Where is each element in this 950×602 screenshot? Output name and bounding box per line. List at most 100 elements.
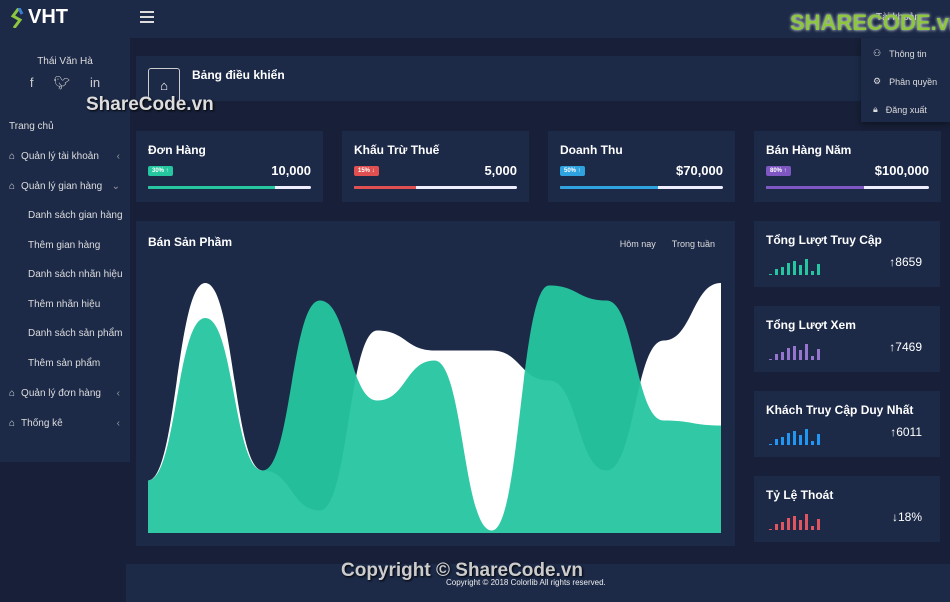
stat-value: $100,000 <box>874 163 929 178</box>
mini-bar <box>769 529 772 530</box>
area-series-2 <box>148 285 721 533</box>
sparkline <box>769 342 820 360</box>
sidebar-subitem[interactable]: Danh sách sản phẩm <box>0 319 130 349</box>
sparkline <box>769 512 820 530</box>
menu-item-permissions[interactable]: ⚙ Phân quyền <box>861 69 950 94</box>
home-icon: ⌂ <box>9 180 16 192</box>
mini-bar <box>817 349 820 360</box>
home-icon: ⌂ <box>9 417 16 429</box>
brand-logo[interactable]: VHT <box>10 6 68 29</box>
twitter-icon[interactable]: 🐦︎ <box>53 75 70 91</box>
mini-bar <box>787 263 790 275</box>
sidebar-subitem[interactable]: Thêm nhãn hiệu <box>0 290 130 320</box>
stat-progress <box>766 186 929 189</box>
progress-fill <box>354 186 416 189</box>
metric-card: Tỷ Lệ Thoát ↓18% <box>754 476 940 542</box>
sidebar-subitem[interactable]: Thêm gian hàng <box>0 231 130 261</box>
mini-bar <box>811 356 814 360</box>
stat-badge: 50% ↑ <box>560 166 585 176</box>
mini-bar <box>799 520 802 530</box>
sidebar-label: Quản lý tài khoản <box>21 150 99 162</box>
stat-value: 10,000 <box>271 163 311 178</box>
sidebar-subitem[interactable]: Danh sách gian hàng <box>0 201 130 231</box>
stat-title: Bán Hàng Năm <box>766 143 852 157</box>
metric-card: Tổng Lượt Truy Cập ↑8659 <box>754 221 940 287</box>
sparkline <box>769 427 820 445</box>
lock-icon: 🔒︎ <box>873 104 878 114</box>
metric-title: Tổng Lượt Truy Cập <box>766 233 882 247</box>
mini-bar <box>769 359 772 360</box>
mini-bar <box>769 444 772 445</box>
mini-bar <box>817 434 820 445</box>
home-icon: ⌂ <box>9 150 16 162</box>
sidebar-item-stores[interactable]: ⌂ Quản lý gian hàng ⌄ <box>0 171 130 201</box>
sidebar-label: Thống kê <box>21 417 63 429</box>
gear-icon: ⚙ <box>873 76 882 86</box>
chevron-left-icon: ‹ <box>116 387 120 399</box>
stat-card: Bán Hàng Năm 80% ↑ $100,000 <box>754 131 941 202</box>
user-name: Thái Văn Hà <box>37 56 93 67</box>
stat-title: Khấu Trừ Thuế <box>354 143 440 157</box>
menu-label: Phân quyền <box>889 76 938 87</box>
page-header: ⌂ Bảng điều khiển <box>136 56 950 101</box>
mini-bar <box>787 433 790 445</box>
mini-bar <box>811 271 814 275</box>
menu-toggle-icon[interactable] <box>140 11 154 23</box>
copyright-text: Copyright © 2018 Colorlib All rights res… <box>446 578 606 587</box>
stat-card: Khấu Trừ Thuế 15% ↓ 5,000 <box>342 131 529 202</box>
stat-title: Doanh Thu <box>560 143 623 157</box>
metric-title: Tổng Lượt Xem <box>766 318 856 332</box>
mini-bar <box>811 441 814 445</box>
watermark-logo: SHARECODE.vn <box>790 10 950 35</box>
user-icon: ⚇ <box>873 48 882 58</box>
mini-bar <box>781 267 784 275</box>
metric-value: ↑6011 <box>890 425 922 439</box>
menu-item-logout[interactable]: 🔒︎ Đăng xuất <box>861 97 950 122</box>
sidebar-subitem[interactable]: Danh sách nhãn hiệu <box>0 260 130 290</box>
stat-card: Doanh Thu 50% ↑ $70,000 <box>548 131 735 202</box>
metric-value: ↑8659 <box>889 255 922 269</box>
mini-bar <box>775 439 778 445</box>
mini-bar <box>805 344 808 360</box>
sidebar-item-accounts[interactable]: ⌂ Quản lý tài khoản ‹ <box>0 141 130 171</box>
area-chart <box>148 283 721 533</box>
menu-label: Đăng xuất <box>885 104 927 115</box>
stat-badge: 15% ↓ <box>354 166 379 176</box>
metric-title: Tỷ Lệ Thoát <box>766 488 834 502</box>
metric-value: ↓18% <box>891 510 922 524</box>
mini-bar <box>799 350 802 360</box>
progress-fill <box>560 186 658 189</box>
mini-bar <box>805 259 808 275</box>
stat-progress <box>560 186 723 189</box>
mini-bar <box>799 435 802 445</box>
sidebar-label: Quản lý gian hàng <box>21 180 103 192</box>
home-icon: ⌂ <box>9 387 16 399</box>
mini-bar <box>775 354 778 360</box>
stat-value: $70,000 <box>676 163 723 178</box>
sidebar-label: Trang chủ <box>9 120 54 132</box>
sidebar-item-stats[interactable]: ⌂ Thống kê ‹ <box>0 408 130 438</box>
progress-fill <box>766 186 864 189</box>
sidebar-subitem[interactable]: Thêm sản phẩm <box>0 349 130 379</box>
progress-fill <box>148 186 276 189</box>
mini-bar <box>799 265 802 275</box>
logo-icon <box>10 7 24 28</box>
mini-bar <box>787 348 790 360</box>
mini-bar <box>781 522 784 530</box>
mini-bar <box>811 526 814 530</box>
metric-value: ↑7469 <box>889 340 922 354</box>
page-title: Bảng điều khiển <box>192 68 285 82</box>
facebook-icon[interactable]: f <box>30 75 34 91</box>
metric-title: Khách Truy Cập Duy Nhất <box>766 403 914 417</box>
chevron-left-icon: ‹ <box>116 417 120 429</box>
linkedin-icon[interactable]: in <box>90 75 100 91</box>
mini-bar <box>793 516 796 530</box>
menu-label: Thông tin <box>889 48 927 59</box>
mini-bar <box>781 352 784 360</box>
stat-title: Đơn Hàng <box>148 143 206 157</box>
menu-item-profile[interactable]: ⚇ Thông tin <box>861 41 950 66</box>
stat-progress <box>354 186 517 189</box>
sidebar-label: Quản lý đơn hàng <box>21 387 101 399</box>
brand-name: VHT <box>28 6 68 28</box>
sidebar-item-orders[interactable]: ⌂ Quản lý đơn hàng ‹ <box>0 378 130 408</box>
